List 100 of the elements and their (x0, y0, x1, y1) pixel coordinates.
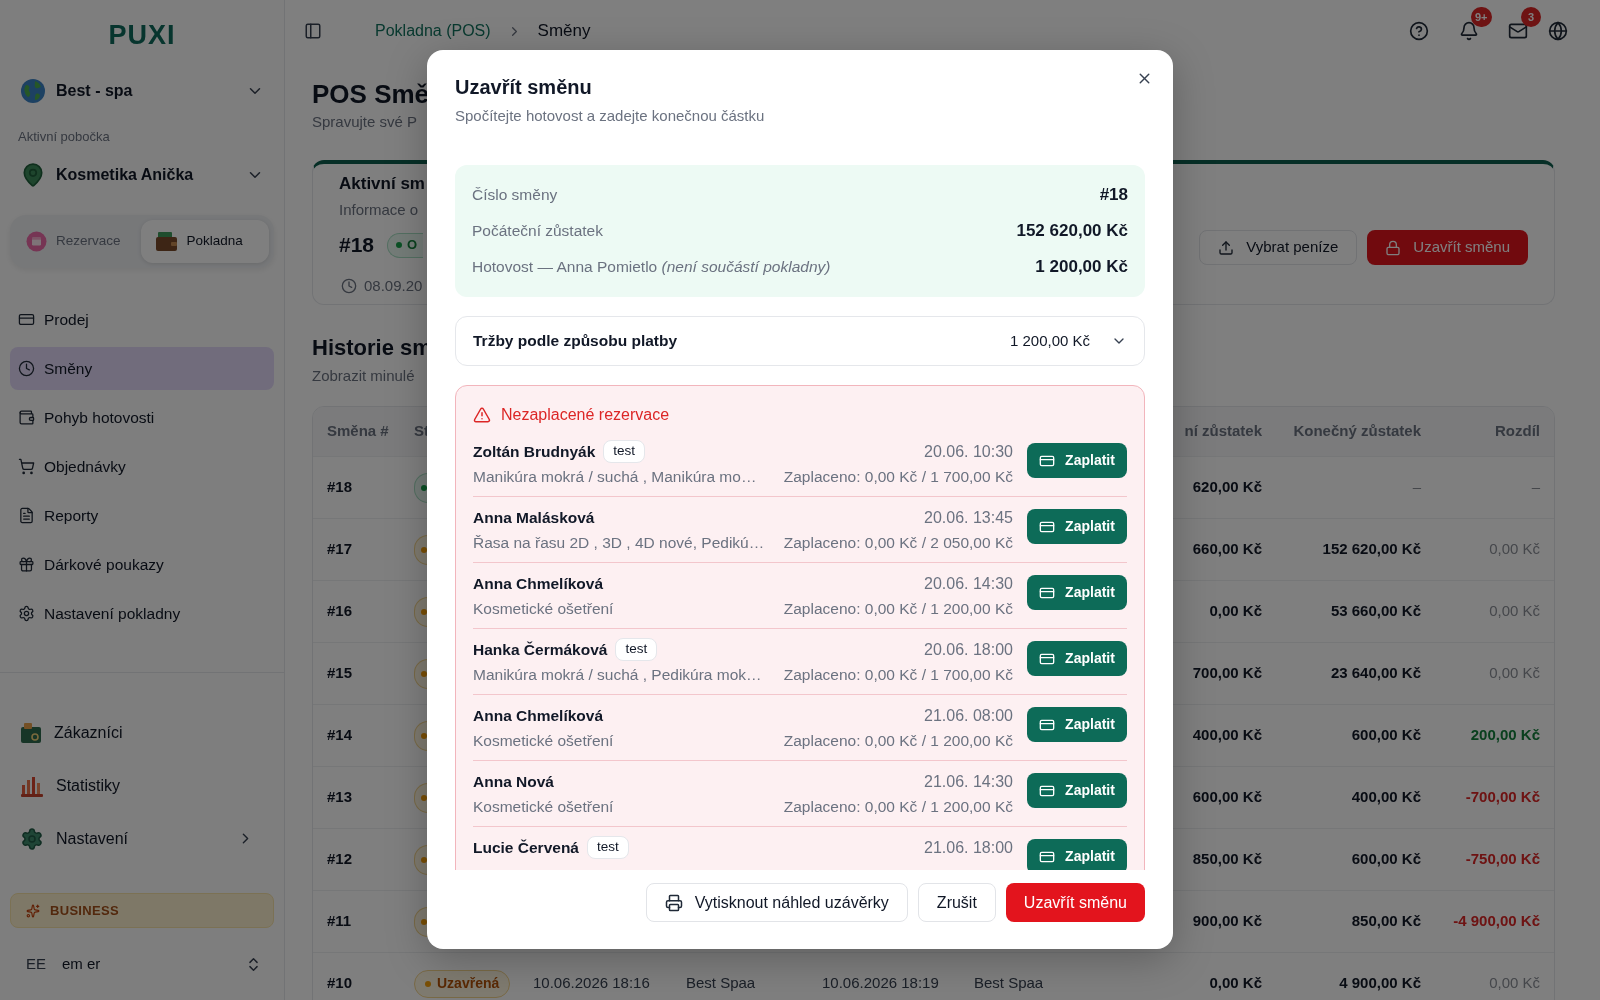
payment-status: Zaplaceno: 0,00 Kč / 2 050,00 Kč (783, 532, 1013, 553)
appointment-time: 21.06. 14:30 (924, 771, 1013, 792)
folder-icon (20, 721, 42, 744)
card-icon (18, 311, 35, 328)
confirm-button[interactable]: Uzavřít směnu (1005, 883, 1145, 922)
gear-icon (20, 826, 44, 851)
pay-button[interactable]: Zaplatit (1027, 509, 1127, 544)
bar-chart-icon (20, 774, 44, 797)
shift-number: #18 (339, 232, 375, 259)
table-cell-text: 23 640,00 Kč (1330, 663, 1421, 684)
workspace-selector[interactable]: Best - spa (0, 71, 284, 111)
table-cell-text: 700,00 Kč (1192, 663, 1262, 684)
table-cell-text: 0,00 Kč (1489, 601, 1540, 622)
branch-selector[interactable]: Kosmetika Anička (0, 155, 284, 195)
table-cell-text: #13 (327, 787, 353, 808)
table-cell-text: -700,00 Kč (1465, 787, 1540, 808)
plan-label: BUSINESS (50, 901, 119, 920)
table-cell-text: 200,00 Kč (1470, 725, 1540, 746)
breakdown-label: Tržby podle způsobu platby (473, 331, 679, 352)
pay-button[interactable]: Zaplatit (1027, 443, 1127, 478)
page-subtitle: Spravujte své P (312, 112, 418, 132)
language-icon[interactable] (1548, 21, 1568, 41)
tag: test (586, 836, 629, 859)
table-cell-text: 53 660,00 Kč (1330, 601, 1421, 622)
payment-status: Zaplaceno: 0,00 Kč / 1 200,00 Kč (783, 730, 1013, 751)
payment-status: Zaplaceno: 0,00 Kč / 1 200,00 Kč (783, 796, 1013, 817)
card-subtitle: Informace o (339, 200, 419, 220)
table-cell-text: 400,00 Kč (1351, 787, 1421, 808)
table-cell-text: 10.06.2026 18:19 (822, 973, 939, 994)
gift-icon (18, 556, 35, 573)
table-cell-text: 4 900,00 Kč (1339, 973, 1421, 994)
summary-value: 152 620,00 Kč (1016, 220, 1128, 243)
pay-button[interactable]: Zaplatit (1027, 707, 1127, 742)
table-cell-text: #17 (327, 539, 353, 560)
mode-tab[interactable]: Rezervace (15, 220, 141, 263)
payment-status: Zaplaceno: 0,00 Kč / 1 700,00 Kč (783, 664, 1013, 685)
close-shift-button[interactable]: Uzavřít směnu (1367, 230, 1528, 265)
breadcrumb-link[interactable]: Směny (537, 18, 591, 44)
nav-item[interactable]: Směny (10, 347, 274, 390)
column-header: Směna # (326, 421, 389, 442)
status-label: Uzavřená (437, 974, 500, 993)
lock-icon (1385, 239, 1402, 256)
table-cell-text: #15 (327, 663, 353, 684)
nav-item[interactable]: Zákazníci (10, 710, 274, 755)
print-preview-button[interactable]: Vytisknout náhled uzávěrky (645, 883, 908, 922)
summary-value: #18 (1099, 184, 1128, 207)
sidebar-toggle-icon[interactable] (304, 22, 322, 40)
service-list: Kosmetické ošetření (473, 728, 614, 753)
bell-icon[interactable] (1459, 21, 1479, 41)
table-cell-text: 0,00 Kč (1489, 539, 1540, 560)
table-cell-text: #18 (327, 477, 353, 498)
payment-status: Zaplaceno: 0,00 Kč / 1 200,00 Kč (783, 598, 1013, 619)
service-list: Řasa na řasu 2D , 3D , 4D nové, Pedikú… (473, 530, 765, 555)
user-menu[interactable]: EE em er (0, 944, 284, 984)
appointment-time: 20.06. 13:45 (924, 507, 1013, 528)
cancel-button[interactable]: Zrušit (917, 883, 996, 922)
table-cell-text: 600,00 Kč (1351, 849, 1421, 870)
mail-icon[interactable] (1508, 21, 1528, 41)
settings-icon (18, 605, 35, 622)
table-cell-text: 600,00 Kč (1351, 725, 1421, 746)
nav-item[interactable]: Statistiky (10, 763, 274, 808)
calendar-icon (26, 231, 47, 252)
pay-button[interactable]: Zaplatit (1027, 773, 1127, 808)
table-cell-text: 400,00 Kč (1192, 725, 1262, 746)
summary-value: 1 200,00 Kč (1035, 256, 1128, 279)
breakdown-value: 1 200,00 Kč (1009, 330, 1090, 351)
payment-breakdown-toggle[interactable]: Tržby podle způsobu platby 1 200,00 Kč (455, 316, 1145, 366)
printer-icon (664, 893, 683, 912)
table-cell-text: 152 620,00 Kč (1322, 539, 1421, 560)
appointment-time: 20.06. 18:00 (924, 639, 1013, 660)
table-cell-text: 620,00 Kč (1192, 477, 1262, 498)
table-cell-text: 0,00 Kč (1209, 973, 1262, 994)
breadcrumb-link[interactable]: Pokladna (POS) (375, 19, 491, 43)
table-cell-text: -4 900,00 Kč (1453, 911, 1540, 932)
document-icon (18, 507, 35, 524)
service-list: Kosmetické ošetření (473, 596, 614, 621)
table-cell-text: 660,00 Kč (1192, 539, 1262, 560)
customer-name: Zoltán Brudnyák (473, 441, 596, 462)
table-cell-text: #12 (327, 849, 353, 870)
table-cell-text: -750,00 Kč (1465, 849, 1540, 870)
wallet-icon (154, 231, 178, 252)
pay-button[interactable]: Zaplatit (1027, 839, 1127, 870)
clock-icon (18, 360, 35, 377)
pay-button[interactable]: Zaplatit (1027, 641, 1127, 676)
table-cell-text: 850,00 Kč (1192, 849, 1262, 870)
summary-label: Hotovost — Anna Pomietlo (není součástí pokladny) (472, 257, 831, 278)
customer-name: Anna Nová (473, 771, 554, 792)
globe-icon (20, 78, 46, 104)
service-list: Manikúra mokrá / suchá , Pedikúra mok… (473, 662, 762, 687)
pay-button[interactable]: Zaplatit (1027, 575, 1127, 610)
help-icon[interactable] (1409, 21, 1429, 41)
table-cell-text: #16 (327, 601, 353, 622)
table-cell-text: 0,00 Kč (1489, 663, 1540, 684)
withdraw-button[interactable]: Vybrat peníze (1199, 230, 1358, 265)
mode-tab[interactable]: Pokladna (140, 220, 269, 263)
nav-item[interactable]: Nastavení (10, 816, 274, 861)
service-list: Manikúra mokrá / suchá , Manikúra mo… (473, 464, 757, 489)
table-cell-text: Best Spaa (974, 973, 1044, 994)
user-initials: EE (26, 953, 47, 974)
appointment-time: 20.06. 14:30 (924, 573, 1013, 594)
